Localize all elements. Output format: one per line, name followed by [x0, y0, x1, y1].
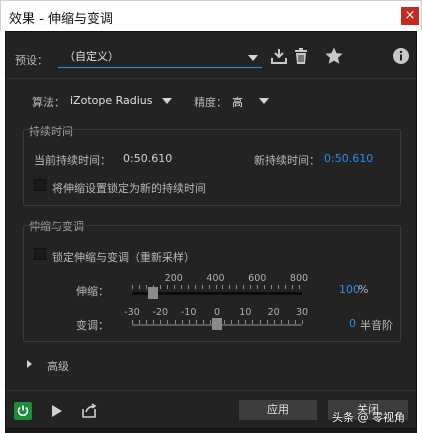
stretch-tick-label: 400 — [206, 273, 225, 284]
stretch-tick-mark — [264, 285, 266, 289]
power-icon — [17, 405, 29, 417]
new-duration-label: 新持续时间： — [254, 154, 320, 167]
advanced-label: 高级 — [47, 360, 69, 373]
new-duration-value[interactable]: 0:50.610 — [324, 152, 373, 165]
export-loop-icon — [82, 403, 97, 418]
algorithm-value: iZotope Radius — [70, 94, 153, 107]
stretch-tick-mark — [208, 285, 210, 289]
preset-value: （自定义） — [64, 50, 119, 63]
stretch-tick-mark — [201, 285, 203, 289]
footer-separator — [6, 390, 416, 391]
stretch-tick-mark — [166, 285, 168, 289]
power-toggle[interactable] — [14, 402, 32, 420]
play-icon — [52, 405, 62, 417]
stretch-tick-mark — [194, 285, 196, 289]
lock-duration-label: 将伸缩设置锁定为新的持续时间 — [52, 182, 206, 195]
delete-preset-icon[interactable] — [293, 47, 309, 67]
pitch-tick-label: -10 — [180, 307, 197, 318]
stretch-tick-mark — [285, 285, 287, 289]
stretch-tick-mark — [271, 285, 273, 289]
precision-label: 精度： — [194, 96, 227, 109]
chevron-right-icon — [27, 360, 32, 368]
pitch-tick-label: -20 — [152, 307, 169, 318]
current-duration-value: 0:50.610 — [123, 152, 173, 165]
stretch-tick-mark — [278, 285, 280, 289]
chevron-down-icon — [162, 98, 172, 104]
stretch-tick-mark — [257, 285, 259, 289]
precision-value: 高 — [232, 96, 243, 109]
pitch-tick-label: -30 — [124, 307, 140, 318]
stretch-tick-mark — [250, 285, 252, 289]
stretch-unit: % — [358, 283, 369, 296]
window-title: 效果 - 伸缩与变调 — [9, 12, 113, 27]
pitch-tick-label: 30 — [295, 307, 309, 318]
pitch-tick-mark — [302, 320, 303, 324]
stretch-tick-mark — [187, 285, 189, 289]
stretch-tick-mark — [215, 285, 217, 289]
pitch-tick-label: 20 — [267, 307, 280, 318]
stretch-label: 伸缩： — [76, 285, 109, 298]
pitch-tick-label: 0 — [213, 307, 221, 318]
pitch-value[interactable]: 0 — [349, 317, 356, 330]
stretch-tick-mark — [292, 285, 294, 289]
stretch-tick-mark — [132, 285, 133, 289]
header-separator — [6, 78, 416, 79]
pitch-unit: 半音阶 — [360, 319, 393, 332]
stretch-tick-mark — [299, 285, 300, 289]
preset-label: 预设： — [15, 54, 48, 67]
info-icon[interactable] — [392, 47, 410, 65]
stretch-tick-mark — [236, 285, 238, 289]
loop-toggle-button[interactable] — [80, 403, 98, 419]
stretch-tick-mark — [243, 285, 245, 289]
stretch-tick-label: 200 — [164, 273, 183, 284]
window-bottom-strip — [5, 429, 417, 433]
stretch-tick-mark — [229, 285, 231, 289]
watermark-text: 头条 @ 零视角 — [332, 411, 405, 424]
window-close-button[interactable]: × — [401, 7, 419, 25]
current-duration-label: 当前持续时间： — [34, 154, 111, 167]
save-preset-icon[interactable] — [270, 47, 288, 67]
stretch-tick-mark — [138, 285, 140, 289]
stretch-tick-mark — [159, 285, 161, 289]
pitch-slider-thumb[interactable] — [212, 318, 222, 330]
stretch-tick-mark — [222, 285, 224, 289]
lock-stretch-pitch-label: 锁定伸缩与变调（重新采样） — [52, 251, 195, 264]
apply-button[interactable]: 应用 — [239, 400, 317, 420]
stretch-value[interactable]: 100 — [339, 283, 360, 296]
chevron-down-icon — [248, 55, 258, 61]
stretch-tick-mark — [173, 285, 175, 289]
preset-select[interactable]: （自定义） — [58, 48, 262, 68]
advanced-toggle[interactable]: 高级 — [27, 358, 87, 373]
precision-select[interactable]: 高 — [232, 92, 272, 110]
stretch-tick-label: 800 — [289, 273, 309, 284]
algorithm-label: 算法： — [32, 96, 65, 109]
stretch-tick-label: 600 — [248, 273, 267, 284]
favorite-star-icon[interactable] — [324, 46, 344, 66]
stretch-tick-mark — [180, 285, 182, 289]
lock-stretch-pitch-checkbox[interactable] — [34, 248, 46, 260]
pitch-label: 变调： — [76, 319, 109, 332]
chevron-down-icon — [259, 98, 269, 104]
pitch-tick-label: 10 — [239, 307, 252, 318]
stretch-slider-thumb[interactable] — [147, 287, 158, 299]
play-preview-button[interactable] — [51, 404, 63, 418]
algorithm-select[interactable]: iZotope Radius — [70, 92, 176, 110]
lock-duration-checkbox[interactable] — [34, 179, 46, 191]
effect-panel: 预设： （自定义） 算法： iZotope Radius 精度： 高 持续时间 … — [5, 31, 417, 429]
stretch-tick-mark — [145, 285, 147, 289]
window-titlebar: 效果 - 伸缩与变调 × — [0, 0, 422, 31]
